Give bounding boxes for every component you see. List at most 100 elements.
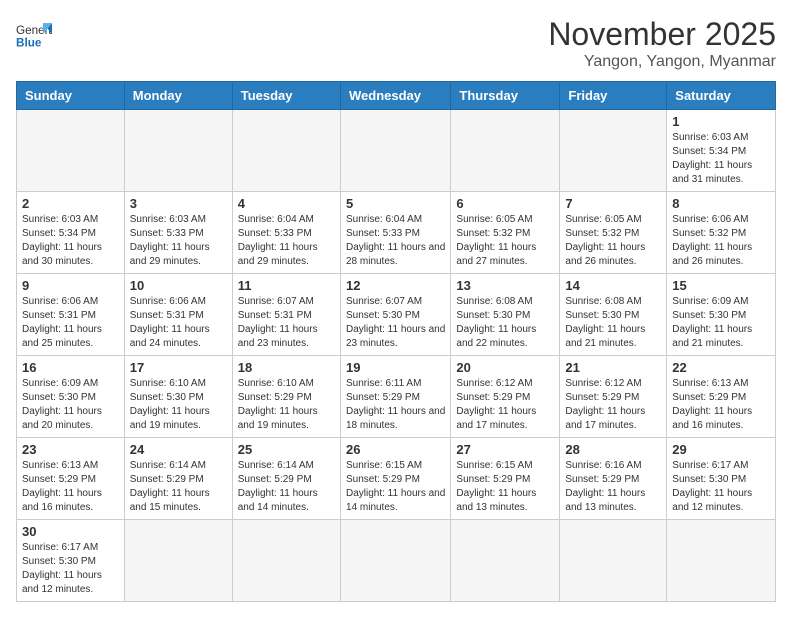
calendar-day-cell: 21 Sunrise: 6:12 AM Sunset: 5:29 PM Dayli… [560, 356, 667, 438]
day-number: 22 [672, 360, 770, 375]
day-number: 13 [456, 278, 554, 293]
day-info: Sunrise: 6:06 AM Sunset: 5:31 PM Dayligh… [130, 295, 227, 351]
day-number: 6 [456, 196, 554, 211]
calendar-day-cell [451, 520, 560, 602]
calendar-day-cell [124, 520, 232, 602]
day-info: Sunrise: 6:06 AM Sunset: 5:32 PM Dayligh… [672, 213, 770, 269]
day-info: Sunrise: 6:07 AM Sunset: 5:30 PM Dayligh… [346, 295, 445, 351]
calendar-day-cell [340, 520, 450, 602]
weekday-header-wednesday: Wednesday [340, 82, 450, 110]
calendar-day-cell: 29 Sunrise: 6:17 AM Sunset: 5:30 PM Dayli… [667, 438, 776, 520]
day-number: 16 [22, 360, 119, 375]
month-year-title: November 2025 [548, 16, 776, 53]
day-info: Sunrise: 6:04 AM Sunset: 5:33 PM Dayligh… [346, 213, 445, 269]
calendar-day-cell [451, 110, 560, 192]
day-number: 8 [672, 196, 770, 211]
calendar-week-row: 23 Sunrise: 6:13 AM Sunset: 5:29 PM Dayli… [17, 438, 776, 520]
calendar-day-cell [667, 520, 776, 602]
day-info: Sunrise: 6:09 AM Sunset: 5:30 PM Dayligh… [22, 377, 119, 433]
calendar-day-cell: 18Sunrise: 6:10 AM Sunset: 5:29 PM Dayli… [232, 356, 340, 438]
day-number: 18 [238, 360, 335, 375]
weekday-header-friday: Friday [560, 82, 667, 110]
location-subtitle: Yangon, Yangon, Myanmar [548, 53, 776, 71]
calendar-day-cell [560, 110, 667, 192]
day-number: 4 [238, 196, 335, 211]
calendar-day-cell: 16 Sunrise: 6:09 AM Sunset: 5:30 PM Dayli… [17, 356, 125, 438]
day-info: Sunrise: 6:08 AM Sunset: 5:30 PM Dayligh… [456, 295, 554, 351]
day-info: Sunrise: 6:10 AM Sunset: 5:30 PM Dayligh… [130, 377, 227, 433]
day-number: 17 [130, 360, 227, 375]
calendar-day-cell: 2 Sunrise: 6:03 AM Sunset: 5:34 PM Daylig… [17, 192, 125, 274]
weekday-header-monday: Monday [124, 82, 232, 110]
calendar-day-cell [232, 110, 340, 192]
page-header: General Blue November 2025 Yangon, Yango… [16, 16, 776, 71]
day-info: Sunrise: 6:16 AM Sunset: 5:29 PM Dayligh… [565, 459, 661, 515]
day-number: 27 [456, 442, 554, 457]
day-number: 9 [22, 278, 119, 293]
calendar-day-cell [340, 110, 450, 192]
calendar-day-cell: 25Sunrise: 6:14 AM Sunset: 5:29 PM Dayli… [232, 438, 340, 520]
day-info: Sunrise: 6:15 AM Sunset: 5:29 PM Dayligh… [346, 459, 445, 515]
calendar-day-cell: 26 Sunrise: 6:15 AM Sunset: 5:29 PM Dayli… [340, 438, 450, 520]
day-info: Sunrise: 6:14 AM Sunset: 5:29 PM Dayligh… [130, 459, 227, 515]
day-info: Sunrise: 6:03 AM Sunset: 5:34 PM Dayligh… [672, 131, 770, 187]
day-number: 29 [672, 442, 770, 457]
calendar-week-row: 30Sunrise: 6:17 AM Sunset: 5:30 PM Dayli… [17, 520, 776, 602]
day-number: 7 [565, 196, 661, 211]
calendar-day-cell: 28Sunrise: 6:16 AM Sunset: 5:29 PM Dayli… [560, 438, 667, 520]
calendar-day-cell: 10 Sunrise: 6:06 AM Sunset: 5:31 PM Dayli… [124, 274, 232, 356]
day-number: 24 [130, 442, 227, 457]
calendar-day-cell: 9Sunrise: 6:06 AM Sunset: 5:31 PM Daylig… [17, 274, 125, 356]
day-info: Sunrise: 6:04 AM Sunset: 5:33 PM Dayligh… [238, 213, 335, 269]
calendar-day-cell: 14 Sunrise: 6:08 AM Sunset: 5:30 PM Dayli… [560, 274, 667, 356]
calendar-day-cell [232, 520, 340, 602]
day-info: Sunrise: 6:13 AM Sunset: 5:29 PM Dayligh… [22, 459, 119, 515]
weekday-header-tuesday: Tuesday [232, 82, 340, 110]
calendar-day-cell: 30Sunrise: 6:17 AM Sunset: 5:30 PM Dayli… [17, 520, 125, 602]
day-info: Sunrise: 6:17 AM Sunset: 5:30 PM Dayligh… [672, 459, 770, 515]
title-block: November 2025 Yangon, Yangon, Myanmar [548, 16, 776, 71]
calendar-day-cell: 22Sunrise: 6:13 AM Sunset: 5:29 PM Dayli… [667, 356, 776, 438]
day-info: Sunrise: 6:09 AM Sunset: 5:30 PM Dayligh… [672, 295, 770, 351]
day-number: 3 [130, 196, 227, 211]
weekday-header-saturday: Saturday [667, 82, 776, 110]
calendar-day-cell: 23 Sunrise: 6:13 AM Sunset: 5:29 PM Dayli… [17, 438, 125, 520]
day-info: Sunrise: 6:07 AM Sunset: 5:31 PM Dayligh… [238, 295, 335, 351]
calendar-week-row: 9 Sunrise: 6:06 AM Sunset: 5:31 PM Daylig… [17, 274, 776, 356]
day-number: 25 [238, 442, 335, 457]
day-number: 2 [22, 196, 119, 211]
day-info: Sunrise: 6:05 AM Sunset: 5:32 PM Dayligh… [565, 213, 661, 269]
calendar-week-row: 1 Sunrise: 6:03 AM Sunset: 5:34 PM Daylig… [17, 110, 776, 192]
day-number: 11 [238, 278, 335, 293]
calendar-day-cell: 24 Sunrise: 6:14 AM Sunset: 5:29 PM Dayli… [124, 438, 232, 520]
calendar-day-cell: 8 Sunrise: 6:06 AM Sunset: 5:32 PM Daylig… [667, 192, 776, 274]
calendar-week-row: 2 Sunrise: 6:03 AM Sunset: 5:34 PM Daylig… [17, 192, 776, 274]
day-info: Sunrise: 6:11 AM Sunset: 5:29 PM Dayligh… [346, 377, 445, 433]
calendar-day-cell: 15 Sunrise: 6:09 AM Sunset: 5:30 PM Dayli… [667, 274, 776, 356]
logo: General Blue [16, 16, 52, 52]
day-number: 10 [130, 278, 227, 293]
day-number: 15 [672, 278, 770, 293]
calendar-day-cell: 17 Sunrise: 6:10 AM Sunset: 5:30 PM Dayli… [124, 356, 232, 438]
day-info: Sunrise: 6:03 AM Sunset: 5:34 PM Dayligh… [22, 213, 119, 269]
day-info: Sunrise: 6:12 AM Sunset: 5:29 PM Dayligh… [565, 377, 661, 433]
day-number: 14 [565, 278, 661, 293]
calendar-day-cell [17, 110, 125, 192]
weekday-header-thursday: Thursday [451, 82, 560, 110]
calendar-day-cell: 7 Sunrise: 6:05 AM Sunset: 5:32 PM Daylig… [560, 192, 667, 274]
day-number: 26 [346, 442, 445, 457]
calendar-week-row: 16 Sunrise: 6:09 AM Sunset: 5:30 PM Dayli… [17, 356, 776, 438]
day-info: Sunrise: 6:05 AM Sunset: 5:32 PM Dayligh… [456, 213, 554, 269]
day-info: Sunrise: 6:08 AM Sunset: 5:30 PM Dayligh… [565, 295, 661, 351]
calendar-table: SundayMondayTuesdayWednesdayThursdayFrid… [16, 81, 776, 602]
day-info: Sunrise: 6:12 AM Sunset: 5:29 PM Dayligh… [456, 377, 554, 433]
calendar-day-cell: 4 Sunrise: 6:04 AM Sunset: 5:33 PM Daylig… [232, 192, 340, 274]
calendar-day-cell [124, 110, 232, 192]
day-info: Sunrise: 6:15 AM Sunset: 5:29 PM Dayligh… [456, 459, 554, 515]
day-number: 21 [565, 360, 661, 375]
calendar-day-cell: 3Sunrise: 6:03 AM Sunset: 5:33 PM Daylig… [124, 192, 232, 274]
day-number: 23 [22, 442, 119, 457]
day-number: 1 [672, 114, 770, 129]
day-number: 12 [346, 278, 445, 293]
day-number: 20 [456, 360, 554, 375]
